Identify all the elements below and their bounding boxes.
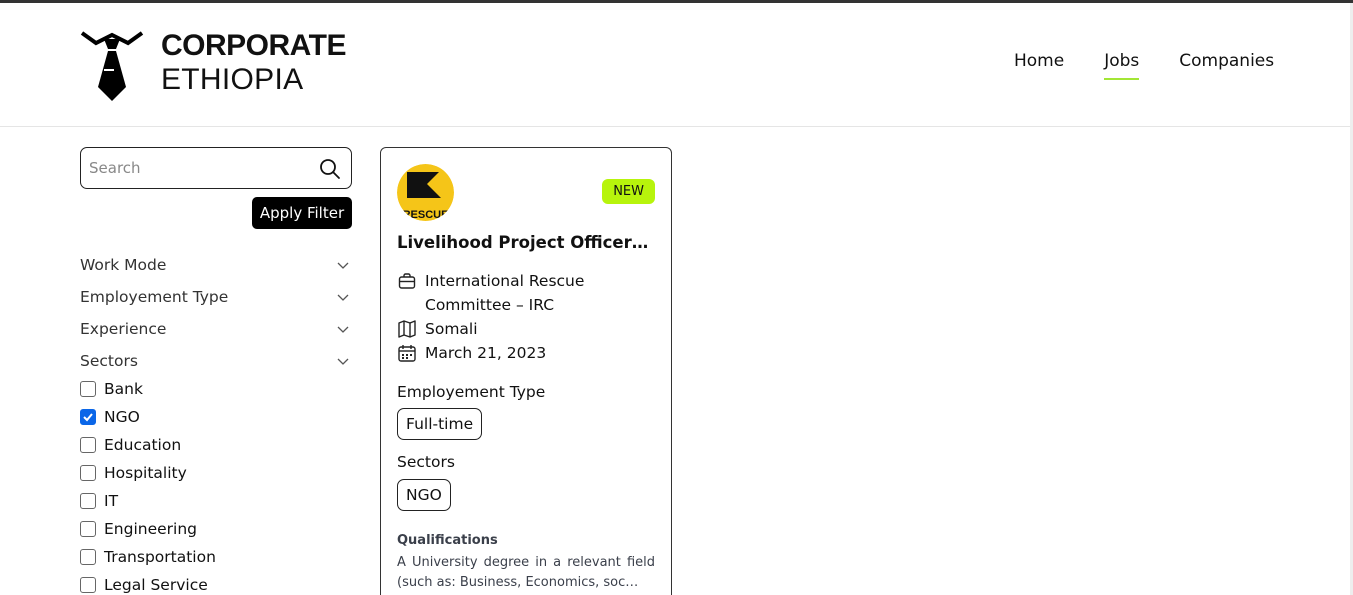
map-icon	[398, 320, 416, 338]
main-nav: Home Jobs Companies	[1014, 51, 1314, 80]
checkbox[interactable]	[80, 577, 96, 593]
chevron-down-icon	[337, 262, 349, 269]
irc-logo-icon: RESCUE	[397, 164, 454, 221]
brand-line1: CORPORATE	[161, 29, 346, 62]
apply-filter-button[interactable]: Apply Filter	[252, 197, 352, 229]
company-logo: RESCUE	[397, 164, 454, 221]
sector-label: Bank	[104, 380, 143, 398]
checkbox[interactable]	[80, 493, 96, 509]
filter-employment-type[interactable]: Employement Type	[80, 281, 352, 313]
sector-option-legal-service[interactable]: Legal Service	[80, 571, 216, 595]
sector-label: Engineering	[104, 520, 197, 538]
nav-jobs[interactable]: Jobs	[1104, 51, 1140, 80]
sector-option-bank[interactable]: Bank	[80, 375, 216, 403]
sector-label: Hospitality	[104, 464, 187, 482]
brand-line2: ETHIOPIA	[161, 63, 304, 96]
location: Somali	[425, 320, 478, 338]
sector-label: IT	[104, 492, 119, 510]
filter-label: Employement Type	[80, 288, 229, 306]
filter-panel: Work Mode Employement Type Experience Se…	[80, 249, 352, 377]
sector-option-hospitality[interactable]: Hospitality	[80, 459, 216, 487]
site-header: CORPORATE ETHIOPIA Home Jobs Companies	[0, 3, 1353, 127]
checkbox[interactable]	[80, 437, 96, 453]
filter-label: Experience	[80, 320, 167, 338]
filter-work-mode[interactable]: Work Mode	[80, 249, 352, 281]
tie-logo-icon	[80, 31, 144, 101]
chevron-down-icon	[337, 294, 349, 301]
qualifications-label: Qualifications	[397, 533, 498, 548]
sector-option-engineering[interactable]: Engineering	[80, 515, 216, 543]
nav-companies[interactable]: Companies	[1179, 51, 1274, 71]
date-row: March 21, 2023	[397, 341, 655, 365]
sector-label: Legal Service	[104, 576, 208, 594]
qualifications-text: A University degree in a relevant field …	[397, 555, 655, 590]
chevron-down-icon	[337, 358, 349, 365]
sector-option-ngo[interactable]: NGO	[80, 403, 216, 431]
company-name: International Rescue Committee – IRC	[425, 272, 585, 314]
post-date: March 21, 2023	[425, 344, 547, 362]
company-row: International Rescue Committee – IRC	[397, 269, 655, 317]
checkbox[interactable]	[80, 549, 96, 565]
job-card[interactable]: RESCUE NEW Livelihood Project Officer-..…	[380, 147, 672, 595]
sector-label: NGO	[104, 408, 140, 426]
job-title[interactable]: Livelihood Project Officer-...	[397, 233, 655, 252]
filter-experience[interactable]: Experience	[80, 313, 352, 345]
employment-type-label: Employement Type	[397, 383, 546, 401]
filter-label: Sectors	[80, 352, 138, 370]
search-box	[80, 147, 352, 189]
calendar-icon	[398, 345, 416, 362]
checkbox-checked[interactable]	[80, 409, 96, 425]
sector-label: Education	[104, 436, 182, 454]
sector-chip: NGO	[397, 479, 451, 511]
filter-sectors[interactable]: Sectors	[80, 345, 352, 377]
checkbox[interactable]	[80, 521, 96, 537]
sector-label: Transportation	[104, 548, 216, 566]
sector-option-it[interactable]: IT	[80, 487, 216, 515]
search-input[interactable]	[89, 159, 309, 177]
briefcase-icon	[398, 273, 416, 289]
nav-home[interactable]: Home	[1014, 51, 1064, 71]
employment-type-chip: Full-time	[397, 408, 483, 440]
chevron-down-icon	[337, 326, 349, 333]
new-badge: NEW	[602, 179, 655, 204]
brand-logo[interactable]: CORPORATE ETHIOPIA	[80, 27, 346, 103]
job-info: International Rescue Committee – IRC Som…	[397, 269, 655, 365]
sectors-label: Sectors	[397, 453, 455, 471]
search-icon[interactable]	[319, 158, 341, 180]
sector-checkbox-list: Bank NGO Education Hospitality IT Engine…	[80, 375, 216, 595]
location-row: Somali	[397, 317, 655, 341]
logo-text: RESCUE	[403, 209, 449, 221]
sector-option-transportation[interactable]: Transportation	[80, 543, 216, 571]
sector-option-education[interactable]: Education	[80, 431, 216, 459]
check-icon	[83, 413, 93, 422]
checkbox[interactable]	[80, 465, 96, 481]
filter-label: Work Mode	[80, 256, 167, 274]
checkbox[interactable]	[80, 381, 96, 397]
